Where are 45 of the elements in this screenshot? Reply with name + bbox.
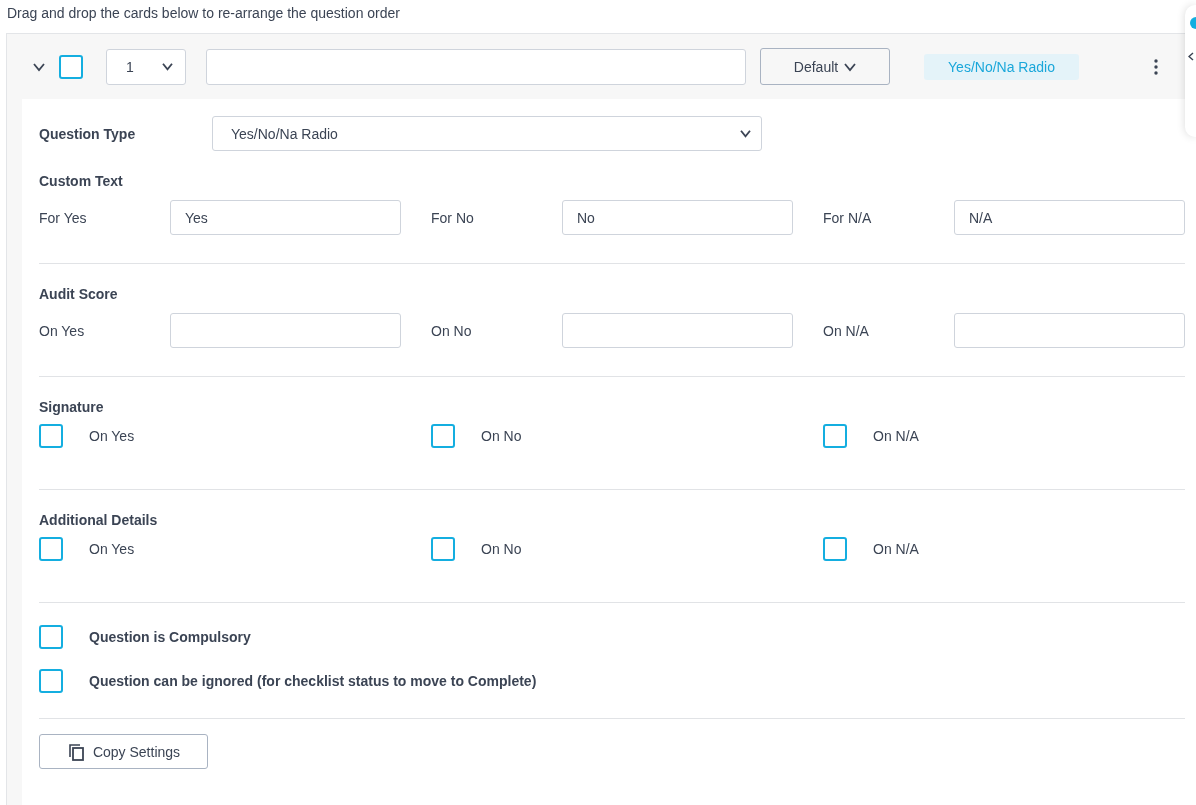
text-field[interactable] [954, 313, 1185, 348]
option-label: On Yes [89, 541, 135, 557]
checkbox[interactable] [431, 537, 455, 561]
field-label: For N/A [823, 209, 873, 226]
question-title-field[interactable] [206, 48, 746, 85]
text-field[interactable]: Yes [170, 200, 401, 235]
section-heading: Signature [39, 399, 105, 417]
copy-settings-button[interactable]: Copy Settings [39, 734, 208, 769]
text-field[interactable] [562, 313, 793, 348]
text-field[interactable]: N/A [954, 200, 1185, 235]
text-field[interactable]: No [562, 200, 793, 235]
checkbox[interactable] [39, 537, 63, 561]
checkbox[interactable] [39, 669, 63, 693]
option-label: On N/A [873, 541, 919, 557]
field-label: For Yes [39, 209, 88, 226]
field-label: On N/A [823, 322, 870, 339]
field-label: Question Type [39, 125, 137, 142]
option-label: On Yes [89, 428, 135, 444]
copy-icon [66, 742, 85, 761]
checkbox[interactable] [39, 424, 63, 448]
section-heading: Custom Text [39, 173, 124, 191]
field-label: For No [431, 209, 475, 226]
question-type-select[interactable]: Yes/No/Na Radio [212, 116, 762, 151]
text-field[interactable] [170, 313, 401, 348]
section-heading: Additional Details [39, 512, 159, 530]
checkbox[interactable] [39, 625, 63, 649]
field-label: On Yes [39, 322, 86, 339]
question-type-badge: Yes/No/Na Radio [924, 53, 1079, 80]
field-label: On No [431, 322, 473, 339]
option-label: On No [481, 541, 522, 557]
option-label: Question can be ignored (for checklist status to move to Complete) [89, 673, 537, 689]
option-label: On N/A [873, 428, 919, 444]
more-options-icon[interactable] [1154, 58, 1158, 75]
option-label: On No [481, 428, 522, 444]
instruction-text: Drag and drop the cards below to re-arrange the question order [7, 5, 400, 23]
section-heading: Audit Score [39, 286, 119, 304]
option-label: Question is Compulsory [89, 629, 251, 645]
checkbox[interactable] [823, 537, 847, 561]
category-dropdown-button[interactable]: Default [760, 48, 890, 85]
checkbox[interactable] [59, 54, 83, 79]
checkbox[interactable] [823, 424, 847, 448]
order-select[interactable]: 1 [106, 48, 186, 85]
checkbox[interactable] [431, 424, 455, 448]
caret-icon [162, 61, 173, 72]
caret-icon [740, 128, 751, 139]
